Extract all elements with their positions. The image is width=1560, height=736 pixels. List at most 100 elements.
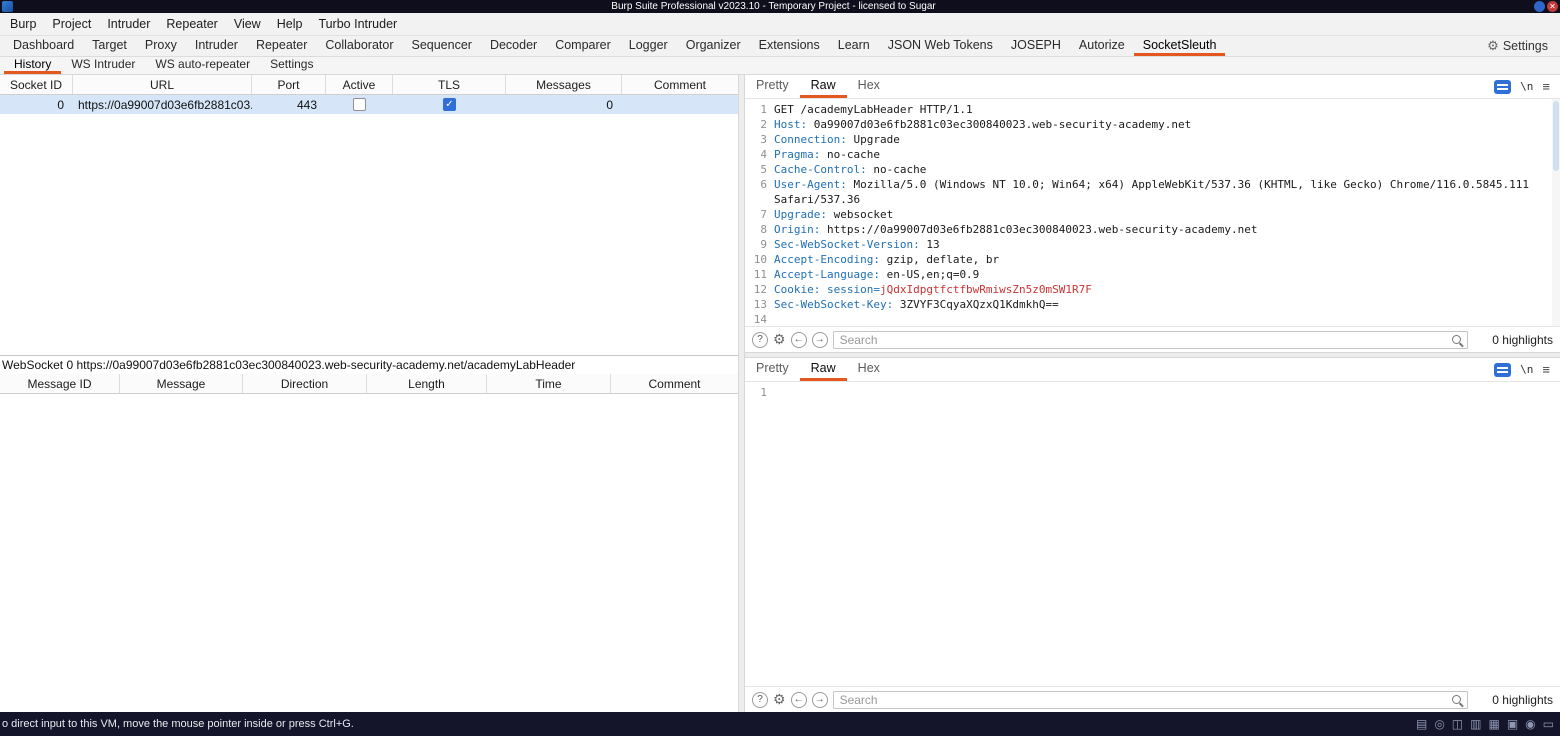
tab-organizer[interactable]: Organizer: [677, 36, 750, 56]
help-icon[interactable]: ?: [752, 692, 768, 708]
network-icon[interactable]: ◫: [1452, 717, 1463, 731]
editor-display-icon[interactable]: [1494, 80, 1511, 94]
websocket-detail-label: WebSocket 0 https://0a99007d03e6fb2881c0…: [0, 356, 738, 374]
vertical-splitter[interactable]: [738, 75, 745, 712]
prev-match-button[interactable]: ←: [791, 692, 807, 708]
tab-autorize[interactable]: Autorize: [1070, 36, 1134, 56]
help-icon[interactable]: ?: [752, 332, 768, 348]
menu-project[interactable]: Project: [44, 13, 99, 35]
search-settings-icon[interactable]: ⚙: [773, 691, 786, 708]
line-number: 14: [745, 312, 767, 326]
editor-menu-icon[interactable]: ≡: [1542, 79, 1550, 94]
vm-statusbar: o direct input to this VM, move the mous…: [0, 712, 1560, 736]
table-row[interactable]: 0 https://0a99007d03e6fb2881c03... 443 0: [0, 95, 738, 114]
tab-json-web-tokens[interactable]: JSON Web Tokens: [879, 36, 1002, 56]
menubar: BurpProjectIntruderRepeaterViewHelpTurbo…: [0, 13, 1560, 36]
request-hex-tab[interactable]: Hex: [847, 75, 891, 98]
col-time[interactable]: Time: [487, 374, 611, 393]
code-line: 8Origin: https://0a99007d03e6fb2881c03ec…: [745, 222, 1560, 237]
col-url[interactable]: URL: [73, 75, 252, 94]
close-icon[interactable]: ✕: [1547, 1, 1558, 12]
col-comment[interactable]: Comment: [622, 75, 738, 94]
response-pretty-tab[interactable]: Pretty: [745, 358, 800, 381]
editor-menu-icon[interactable]: ≡: [1542, 362, 1550, 377]
line-number: 5: [745, 162, 767, 177]
tab-dashboard[interactable]: Dashboard: [4, 36, 83, 56]
request-editor-tabs: Pretty Raw Hex \n ≡: [745, 75, 1560, 99]
tab-comparer[interactable]: Comparer: [546, 36, 620, 56]
messages-table-empty-area: [0, 394, 738, 712]
sockets-table: Socket ID URL Port Active TLS Messages C…: [0, 75, 738, 356]
search-settings-icon[interactable]: ⚙: [773, 331, 786, 348]
col-messages[interactable]: Messages: [506, 75, 622, 94]
next-match-button[interactable]: →: [812, 332, 828, 348]
menu-turbo-intruder[interactable]: Turbo Intruder: [310, 13, 405, 35]
col-direction[interactable]: Direction: [243, 374, 367, 393]
url-cell: https://0a99007d03e6fb2881c03...: [73, 95, 252, 114]
tab-sequencer[interactable]: Sequencer: [402, 36, 480, 56]
menu-view[interactable]: View: [226, 13, 269, 35]
nonprinting-chars-icon[interactable]: \n: [1520, 363, 1533, 376]
line-number: 1: [745, 102, 767, 117]
request-pretty-tab[interactable]: Pretty: [745, 75, 800, 98]
response-hex-tab[interactable]: Hex: [847, 358, 891, 381]
col-port[interactable]: Port: [252, 75, 326, 94]
search-input[interactable]: [840, 333, 1452, 347]
editor-display-icon[interactable]: [1494, 363, 1511, 377]
response-raw-tab[interactable]: Raw: [800, 358, 847, 381]
col-active[interactable]: Active: [326, 75, 393, 94]
subtab-settings[interactable]: Settings: [260, 57, 323, 74]
menu-intruder[interactable]: Intruder: [99, 13, 158, 35]
col-socket-id[interactable]: Socket ID: [0, 75, 73, 94]
request-content[interactable]: 1GET /academyLabHeader HTTP/1.12Host: 0a…: [745, 99, 1560, 326]
col-msg-comment[interactable]: Comment: [611, 374, 738, 393]
tls-checkbox[interactable]: [443, 98, 456, 111]
line-number: 1: [745, 385, 767, 400]
menu-repeater[interactable]: Repeater: [158, 13, 225, 35]
tab-joseph[interactable]: JOSEPH: [1002, 36, 1070, 56]
search-input[interactable]: [840, 693, 1452, 707]
tab-repeater[interactable]: Repeater: [247, 36, 316, 56]
line-number: 2: [745, 117, 767, 132]
tab-extensions[interactable]: Extensions: [750, 36, 829, 56]
subtab-ws-intruder[interactable]: WS Intruder: [61, 57, 145, 74]
tab-proxy[interactable]: Proxy: [136, 36, 186, 56]
optical-icon[interactable]: ◎: [1434, 717, 1444, 731]
shared-folder-icon[interactable]: ▦: [1488, 717, 1499, 731]
tab-collaborator[interactable]: Collaborator: [316, 36, 402, 56]
search-icon: [1452, 695, 1461, 704]
col-length[interactable]: Length: [367, 374, 487, 393]
nonprinting-chars-icon[interactable]: \n: [1520, 80, 1533, 93]
subtab-history[interactable]: History: [4, 57, 61, 74]
tab-decoder[interactable]: Decoder: [481, 36, 546, 56]
hdd-icon[interactable]: ▤: [1416, 717, 1427, 731]
code-line: 9Sec-WebSocket-Version: 13: [745, 237, 1560, 252]
tab-logger[interactable]: Logger: [620, 36, 677, 56]
scrollbar[interactable]: [1552, 99, 1560, 326]
usb-icon[interactable]: ▥: [1470, 717, 1481, 731]
prev-match-button[interactable]: ←: [791, 332, 807, 348]
window-menu-icon[interactable]: [1534, 1, 1545, 12]
vm-titlebar: Burp Suite Professional v2023.10 - Tempo…: [0, 0, 1560, 13]
subtab-ws-auto-repeater[interactable]: WS auto-repeater: [145, 57, 260, 74]
active-checkbox[interactable]: [353, 98, 366, 111]
tab-intruder[interactable]: Intruder: [186, 36, 247, 56]
menu-help[interactable]: Help: [269, 13, 311, 35]
settings-button[interactable]: ⚙ Settings: [1487, 36, 1560, 56]
response-content[interactable]: 1: [745, 382, 1560, 686]
line-number: 3: [745, 132, 767, 147]
col-tls[interactable]: TLS: [393, 75, 506, 94]
tab-learn[interactable]: Learn: [829, 36, 879, 56]
recording-icon[interactable]: ◉: [1525, 717, 1535, 731]
tab-target[interactable]: Target: [83, 36, 136, 56]
code-line: 2Host: 0a99007d03e6fb2881c03ec300840023.…: [745, 117, 1560, 132]
tab-socketsleuth[interactable]: SocketSleuth: [1134, 36, 1226, 56]
col-message-id[interactable]: Message ID: [0, 374, 120, 393]
display-icon[interactable]: ▣: [1507, 717, 1518, 731]
next-match-button[interactable]: →: [812, 692, 828, 708]
menu-burp[interactable]: Burp: [2, 13, 44, 35]
highlights-count: 0 highlights: [1473, 333, 1553, 347]
mouse-pointer-icon[interactable]: ▭: [1543, 717, 1554, 731]
request-raw-tab[interactable]: Raw: [800, 75, 847, 98]
col-message[interactable]: Message: [120, 374, 243, 393]
